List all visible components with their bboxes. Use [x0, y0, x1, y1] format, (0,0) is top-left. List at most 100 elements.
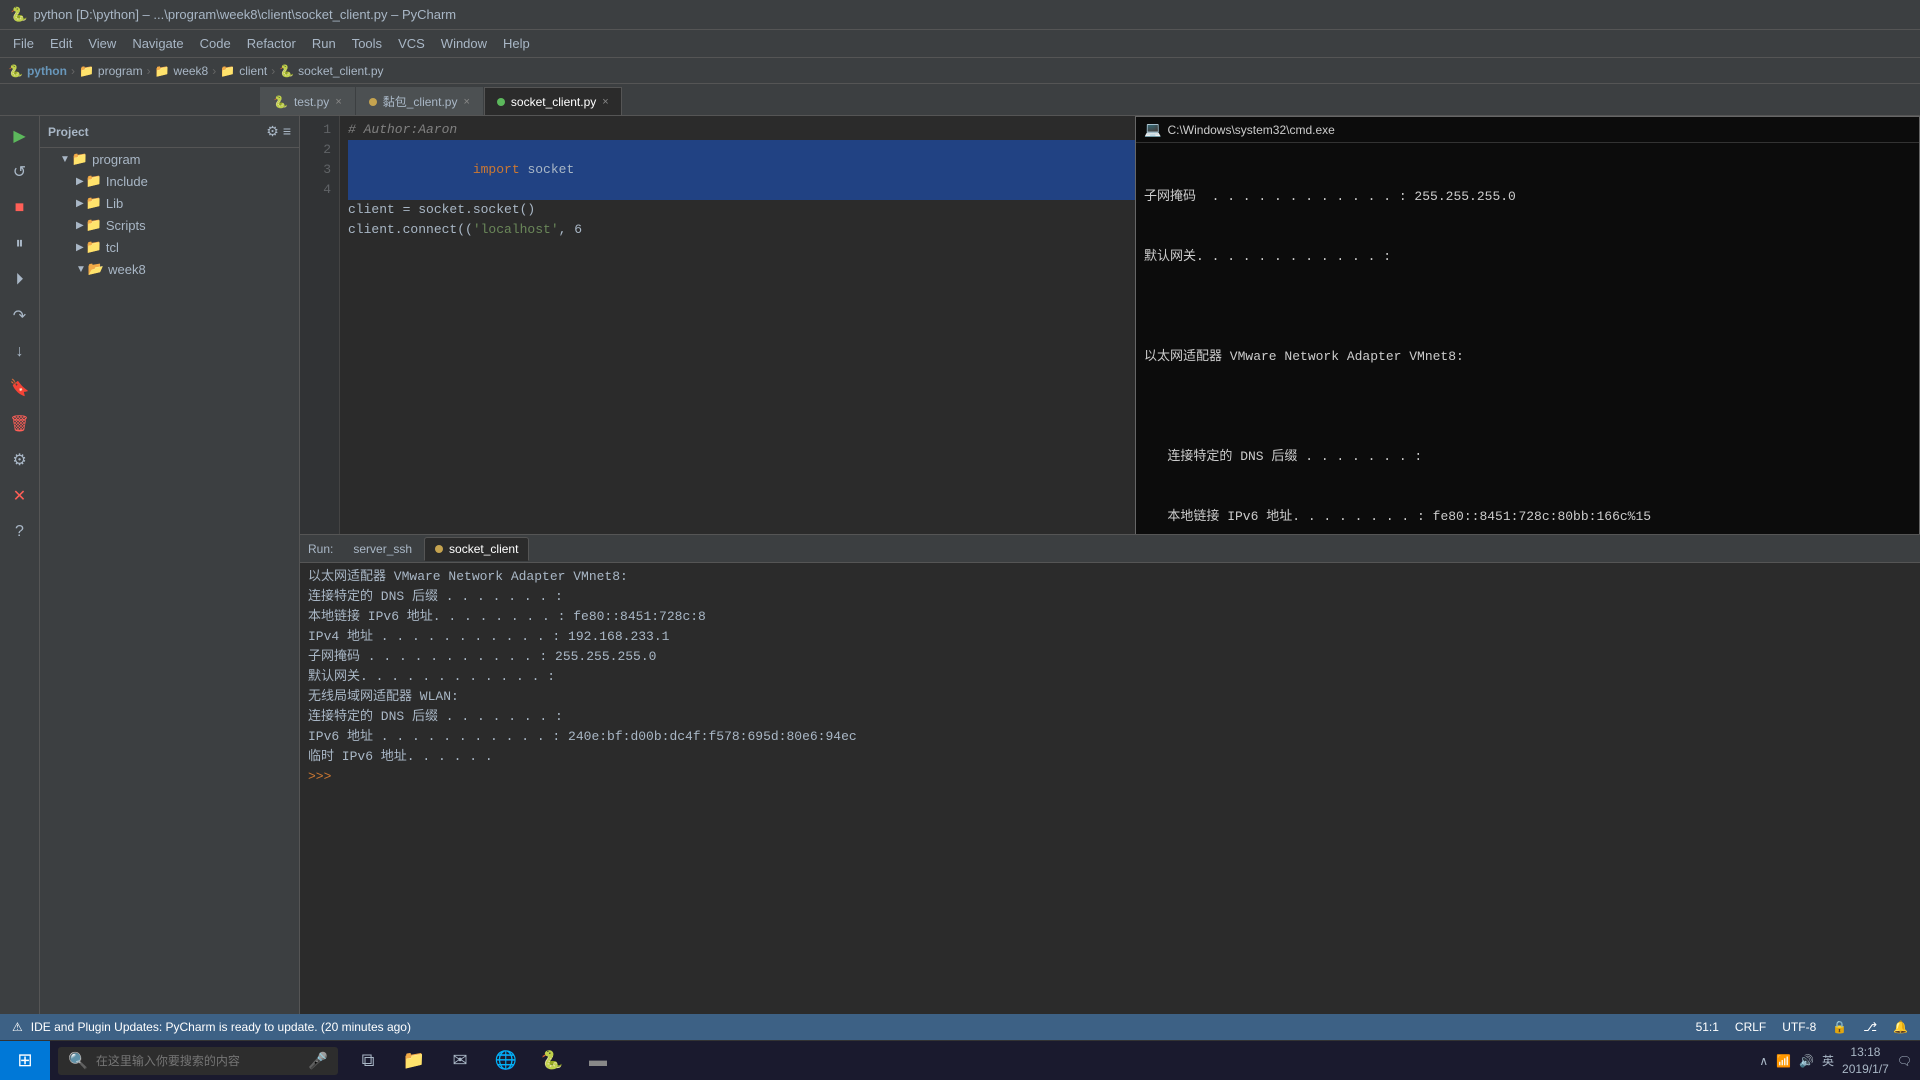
run-line-13: 临时 IPv6 地址. . . . . .: [308, 747, 1912, 767]
tree-item-program[interactable]: ▼ 📁 program: [40, 148, 299, 170]
menu-file[interactable]: File: [5, 30, 42, 57]
left-toolbar: ▶ ↺ ■ ⏸ ⏵ ↷ ↓ 🔖 🗑 ⚙ ✕ ?: [0, 116, 40, 1014]
menu-edit[interactable]: Edit: [42, 30, 80, 57]
menu-vcs[interactable]: VCS: [390, 30, 433, 57]
run-prompt: >>>: [308, 767, 1912, 787]
help-button[interactable]: ?: [4, 516, 36, 548]
folder-icon-lib: 📁: [86, 195, 102, 211]
tab-test-py[interactable]: 🐍 test.py ×: [260, 87, 355, 115]
breadcrumb-client[interactable]: client: [239, 64, 267, 78]
menu-run[interactable]: Run: [304, 30, 344, 57]
cmd-line-3: 以太网适配器 VMware Network Adapter VMnet8:: [1144, 347, 1911, 367]
sidebar-gear-icon[interactable]: ⚙: [266, 123, 279, 140]
tab-test-py-close[interactable]: ×: [335, 96, 341, 108]
tree-label-scripts: Scripts: [106, 218, 146, 233]
status-position[interactable]: 51:1: [1696, 1020, 1719, 1034]
menu-window[interactable]: Window: [433, 30, 495, 57]
breadcrumb-python[interactable]: python: [27, 64, 67, 78]
run-button[interactable]: ▶: [4, 120, 36, 152]
menu-refactor[interactable]: Refactor: [239, 30, 304, 57]
menu-view[interactable]: View: [80, 30, 124, 57]
run-line-1: 以太网适配器 VMware Network Adapter VMnet8:: [308, 567, 1912, 587]
systray-expand[interactable]: ∧: [1759, 1054, 1768, 1068]
settings-button[interactable]: ⚙: [4, 444, 36, 476]
menu-bar: File Edit View Navigate Code Refactor Ru…: [0, 30, 1920, 58]
taskbar-search[interactable]: 🔍 🎤: [58, 1047, 338, 1075]
run-line-3: 连接特定的 DNS 后缀 . . . . . . . :: [308, 587, 1912, 607]
tab-nian-bao[interactable]: 黏包_client.py ×: [356, 87, 483, 115]
tree-item-tcl[interactable]: ▶ 📁 tcl: [40, 236, 299, 258]
run-line-6: 子网掩码 . . . . . . . . . . . : 255.255.255…: [308, 647, 1912, 667]
breadcrumb-file[interactable]: socket_client.py: [298, 64, 383, 78]
menu-code[interactable]: Code: [192, 30, 239, 57]
tree-item-scripts[interactable]: ▶ 📁 Scripts: [40, 214, 299, 236]
arrow-lib: ▶: [76, 198, 84, 209]
taskbar-app-taskview[interactable]: ⧉: [346, 1041, 390, 1080]
stop-button[interactable]: ■: [4, 192, 36, 224]
tree-item-week8[interactable]: ▼ 📂 week8: [40, 258, 299, 280]
resume-button[interactable]: ⏵: [4, 264, 36, 296]
run-tab-socket-client[interactable]: socket_client: [424, 537, 529, 561]
title-bar: 🐍 python [D:\python] – ...\program\week8…: [0, 0, 1920, 30]
cmd-line-0: 子网掩码 . . . . . . . . . . . . : 255.255.2…: [1144, 187, 1911, 207]
step-into-button[interactable]: ↓: [4, 336, 36, 368]
menu-help[interactable]: Help: [495, 30, 538, 57]
breadcrumb-folder: 📁: [79, 64, 94, 78]
pause-button[interactable]: ⏸: [4, 228, 36, 260]
arrow-tcl: ▶: [76, 242, 84, 253]
cmd-window[interactable]: 💻 C:\Windows\system32\cmd.exe 子网掩码 . . .…: [1135, 116, 1920, 534]
menu-tools[interactable]: Tools: [344, 30, 390, 57]
status-line-ending[interactable]: CRLF: [1735, 1020, 1766, 1034]
search-input[interactable]: [96, 1054, 296, 1068]
step-over-button[interactable]: ↷: [4, 300, 36, 332]
start-button[interactable]: ⊞: [0, 1041, 50, 1080]
breadcrumb-folder2: 📁: [155, 64, 170, 78]
notification-center[interactable]: 🗨: [1897, 1054, 1912, 1068]
line-num-2: 2: [300, 140, 331, 160]
sidebar-settings-icon[interactable]: ≡: [283, 123, 291, 140]
bookmark-button[interactable]: 🔖: [4, 372, 36, 404]
delete-button[interactable]: 🗑: [4, 408, 36, 440]
tab-socket-client-close[interactable]: ×: [602, 96, 608, 108]
run-panel-content: 以太网适配器 VMware Network Adapter VMnet8: 连接…: [300, 563, 1920, 1014]
systray-network[interactable]: 📶: [1776, 1054, 1791, 1068]
taskbar-clock[interactable]: 13:18 2019/1/7: [1842, 1044, 1889, 1078]
run-label: Run:: [308, 542, 333, 556]
status-lock-icon: 🔒: [1832, 1020, 1847, 1034]
taskbar-app-cmd[interactable]: ▬: [576, 1041, 620, 1080]
close-button[interactable]: ✕: [4, 480, 36, 512]
editor-area[interactable]: 1 2 3 4 # Author:Aaron import socket cli…: [300, 116, 1920, 534]
cmd-line-1: 默认网关. . . . . . . . . . . . :: [1144, 247, 1911, 267]
run-line-5: IPv4 地址 . . . . . . . . . . . : 192.168.…: [308, 627, 1912, 647]
taskbar-app-mail[interactable]: ✉: [438, 1041, 482, 1080]
cmd-title-bar: 💻 C:\Windows\system32\cmd.exe: [1136, 117, 1919, 143]
tree-label-tcl: tcl: [106, 240, 119, 255]
status-encoding[interactable]: UTF-8: [1782, 1020, 1816, 1034]
tab-socket-client[interactable]: socket_client.py ×: [484, 87, 622, 115]
taskbar-app-explorer[interactable]: 📁: [392, 1041, 436, 1080]
systray-volume[interactable]: 🔊: [1799, 1054, 1814, 1068]
line-num-4: 4: [300, 180, 331, 200]
breadcrumb-program[interactable]: program: [98, 64, 143, 78]
tree-item-lib[interactable]: ▶ 📁 Lib: [40, 192, 299, 214]
window-title: python [D:\python] – ...\program\week8\c…: [33, 7, 456, 22]
taskbar-app-chrome[interactable]: 🌐: [484, 1041, 528, 1080]
systray-language[interactable]: 英: [1822, 1052, 1834, 1069]
tab-nian-bao-label: 黏包_client.py: [383, 93, 458, 110]
folder-icon-week8: 📂: [88, 261, 104, 277]
taskbar-app-pycharm[interactable]: 🐍: [530, 1041, 574, 1080]
run-tab-server-ssh-label: server_ssh: [353, 542, 412, 556]
cmd-icon: 💻: [1144, 121, 1161, 138]
clock-date: 2019/1/7: [1842, 1061, 1889, 1078]
run-line-7: 默认网关. . . . . . . . . . . . :: [308, 667, 1912, 687]
tab-nian-bao-close[interactable]: ×: [463, 96, 469, 108]
folder-icon-include: 📁: [86, 173, 102, 189]
menu-navigate[interactable]: Navigate: [124, 30, 191, 57]
run-tab-server-ssh[interactable]: server_ssh: [343, 537, 422, 561]
tree-item-include[interactable]: ▶ 📁 Include: [40, 170, 299, 192]
rerun-button[interactable]: ↺: [4, 156, 36, 188]
line-num-3: 3: [300, 160, 331, 180]
editor-run-area: 1 2 3 4 # Author:Aaron import socket cli…: [300, 116, 1920, 1014]
breadcrumb-folder3: 📁: [220, 64, 235, 78]
breadcrumb-week8[interactable]: week8: [174, 64, 209, 78]
